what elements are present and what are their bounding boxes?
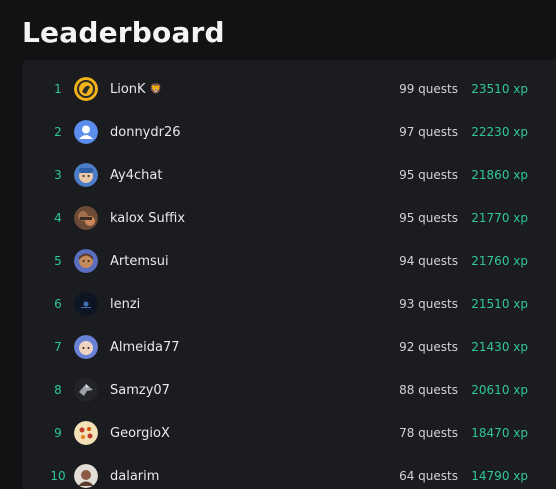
player-name[interactable]: lenzi [110,283,140,326]
quest-count: 92 quests [399,340,458,354]
xp-total: 21770 xp [471,211,528,225]
leaderboard-row[interactable]: 3 Ay4chat 95 quests 21860 xp [22,154,556,197]
xp-total: 21510 xp [471,297,528,311]
rank-number: 2 [54,125,62,139]
quest-count: 95 quests [399,211,458,225]
player-name[interactable]: Artemsui [110,240,169,283]
leaderboard-row[interactable]: 7 Almeida77 92 quests 21430 xp [22,326,556,369]
leaderboard-row[interactable]: 10 dalarim 64 quests 14790 xp [22,455,556,489]
photo-avatar-icon [74,464,98,488]
default-user-avatar-icon [74,120,98,144]
leaderboard-row[interactable]: 4 kalox Suffix 95 quests 21770 xp [22,197,556,240]
quest-count: 99 quests [399,82,458,96]
lion-avatar-icon [74,77,98,101]
bird-avatar-icon [74,378,98,402]
rank-number: 8 [54,383,62,397]
rank-number: 5 [54,254,62,268]
dark-logo-avatar-icon [74,292,98,316]
leaderboard-table: 1 LionK 🦁 99 quests 23510 xp 2 donnydr26… [22,60,556,489]
xp-total: 18470 xp [471,426,528,440]
player-name[interactable]: GeorgioX [110,412,170,455]
xp-total: 20610 xp [471,383,528,397]
rank-number: 4 [54,211,62,225]
quest-count: 93 quests [399,297,458,311]
xp-total: 21430 xp [471,340,528,354]
quest-count: 78 quests [399,426,458,440]
xp-total: 22230 xp [471,125,528,139]
leaderboard-row[interactable]: 8 Samzy07 88 quests 20610 xp [22,369,556,412]
quest-count: 94 quests [399,254,458,268]
player-name[interactable]: donnydr26 [110,111,181,154]
leaderboard-row[interactable]: 1 LionK 🦁 99 quests 23510 xp [22,68,556,111]
page-title: Leaderboard [22,16,225,49]
photo-avatar-icon [74,206,98,230]
leaderboard-page: Leaderboard 1 LionK 🦁 99 quests 23510 xp … [0,0,556,489]
xp-total: 21860 xp [471,168,528,182]
player-name[interactable]: Samzy07 [110,369,170,412]
player-name[interactable]: Ay4chat [110,154,162,197]
rank-number: 10 [50,469,66,483]
leaderboard-row[interactable]: 2 donnydr26 97 quests 22230 xp [22,111,556,154]
quest-count: 88 quests [399,383,458,397]
pattern-avatar-icon [74,421,98,445]
player-name[interactable]: dalarim [110,455,159,489]
cartoon-avatar-icon [74,163,98,187]
rank-number: 6 [54,297,62,311]
lion-emoji-badge: 🦁 [149,84,163,95]
xp-total: 21760 xp [471,254,528,268]
xp-total: 14790 xp [471,469,528,483]
rank-number: 3 [54,168,62,182]
leaderboard-row[interactable]: 6 lenzi 93 quests 21510 xp [22,283,556,326]
player-name[interactable]: Almeida77 [110,326,180,369]
rank-number: 9 [54,426,62,440]
cartoon-avatar-icon [74,249,98,273]
cartoon-avatar-icon [74,335,98,359]
rank-number: 1 [54,82,62,96]
player-name[interactable]: kalox Suffix [110,197,185,240]
xp-total: 23510 xp [471,82,528,96]
leaderboard-row[interactable]: 5 Artemsui 94 quests 21760 xp [22,240,556,283]
leaderboard-row[interactable]: 9 GeorgioX 78 quests 18470 xp [22,412,556,455]
quest-count: 97 quests [399,125,458,139]
player-name[interactable]: LionK 🦁 [110,68,162,111]
rank-number: 7 [54,340,62,354]
quest-count: 95 quests [399,168,458,182]
quest-count: 64 quests [399,469,458,483]
